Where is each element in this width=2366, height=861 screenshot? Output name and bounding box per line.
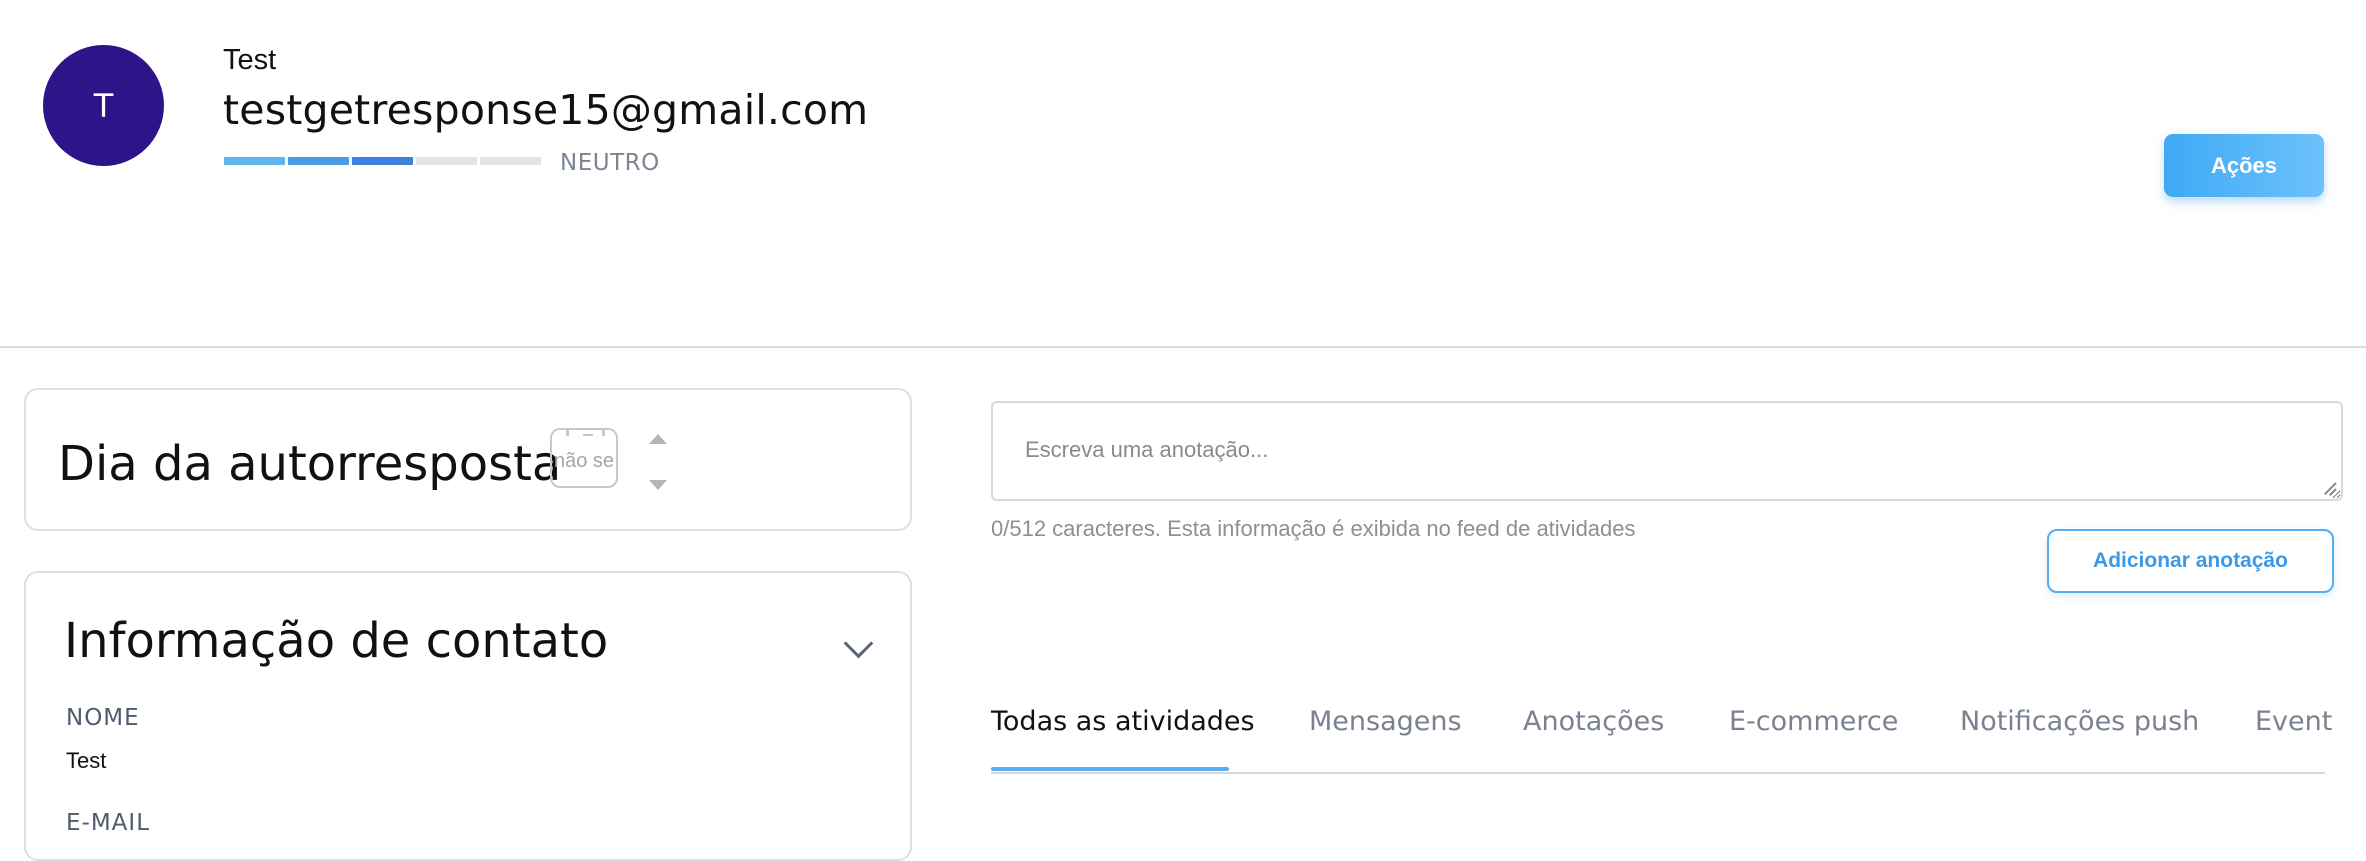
field-label-email: E-MAIL <box>66 810 151 836</box>
score-segment <box>352 157 413 165</box>
resize-handle-icon[interactable] <box>2322 480 2337 497</box>
tab-events[interactable]: Event <box>2255 706 2332 737</box>
day-stepper[interactable] <box>646 434 670 490</box>
engagement-score-bar <box>224 157 541 165</box>
tab-messages[interactable]: Mensagens <box>1309 706 1462 737</box>
field-value-name: Test <box>66 748 107 773</box>
contact-info-title: Informação de contato <box>64 613 609 669</box>
contact-email: testgetresponse15@gmail.com <box>223 86 869 134</box>
contact-avatar: T <box>43 45 164 166</box>
autoresponder-day-title: Dia da autorresposta <box>58 436 562 492</box>
add-note-button[interactable]: Adicionar anotação <box>2047 529 2334 593</box>
contact-name: Test <box>223 44 277 76</box>
active-tab-indicator <box>991 767 1229 771</box>
autoresponder-day-card: Dia da autorresposta não se <box>24 388 912 531</box>
contact-info-card: Informação de contato NOME Test E-MAIL <box>24 571 912 861</box>
score-segment <box>480 157 541 165</box>
note-char-counter: 0/512 caracteres. Esta informação é exib… <box>991 516 1636 541</box>
field-label-name: NOME <box>66 705 140 731</box>
score-segment <box>288 157 349 165</box>
chevron-down-icon[interactable] <box>843 628 874 659</box>
tab-push-notifications[interactable]: Notificações push <box>1960 706 2199 737</box>
activity-tabs: Todas as atividades Mensagens Anotações … <box>991 700 2332 774</box>
stepper-up-icon[interactable] <box>649 434 667 444</box>
score-segment <box>416 157 477 165</box>
tab-all-activities[interactable]: Todas as atividades <box>991 706 1255 737</box>
tab-notes[interactable]: Anotações <box>1523 706 1664 737</box>
actions-button[interactable]: Ações <box>2164 134 2324 197</box>
tab-ecommerce[interactable]: E-commerce <box>1729 706 1898 737</box>
header-divider <box>0 346 2366 348</box>
autoresponder-day-placeholder: não se <box>554 450 615 472</box>
engagement-label: NEUTRO <box>560 150 660 176</box>
autoresponder-day-input[interactable]: não se <box>550 428 618 488</box>
calendar-icon <box>566 430 606 438</box>
stepper-down-icon[interactable] <box>649 480 667 490</box>
note-textarea[interactable] <box>991 401 2343 501</box>
score-segment <box>224 157 285 165</box>
